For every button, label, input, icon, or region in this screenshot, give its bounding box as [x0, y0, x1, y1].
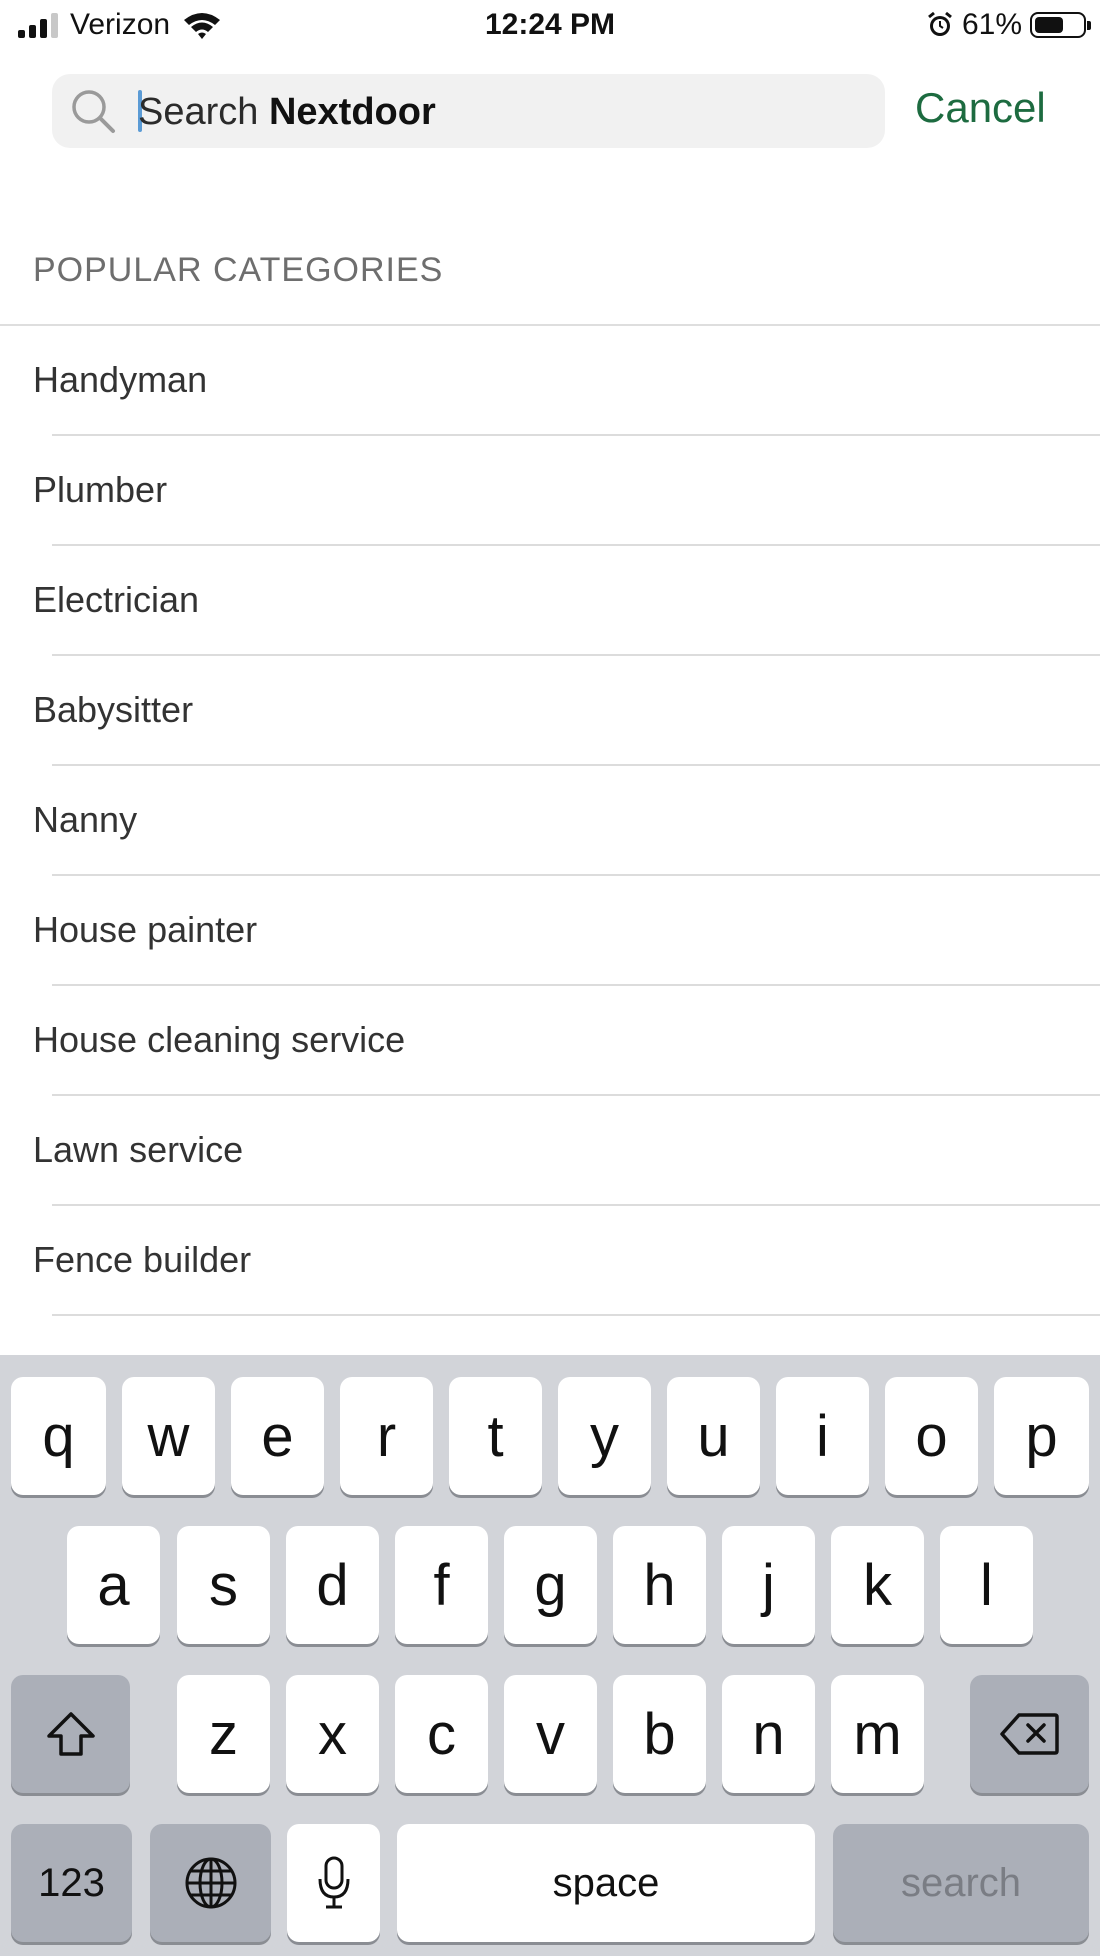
- key-h[interactable]: h: [613, 1526, 706, 1644]
- category-label: House painter: [33, 909, 258, 950]
- search-field[interactable]: Search Nextdoor: [52, 74, 885, 148]
- category-item-babysitter[interactable]: Babysitter: [0, 656, 1100, 766]
- alarm-icon: [928, 11, 952, 36]
- key-e[interactable]: e: [231, 1377, 324, 1495]
- category-label: Fence builder: [33, 1239, 252, 1280]
- key-o[interactable]: o: [885, 1377, 978, 1495]
- numbers-key[interactable]: 123: [11, 1824, 132, 1942]
- category-list: Handyman Plumber Electrician Babysitter …: [0, 326, 1100, 1316]
- globe-key[interactable]: [150, 1824, 271, 1942]
- search-placeholder: Search Nextdoor: [138, 91, 436, 134]
- category-label: Nanny: [33, 799, 138, 840]
- key-u[interactable]: u: [667, 1377, 760, 1495]
- category-item-nanny[interactable]: Nanny: [0, 766, 1100, 876]
- category-item-lawn-service[interactable]: Lawn service: [0, 1096, 1100, 1206]
- category-item-house-painter[interactable]: House painter: [0, 876, 1100, 986]
- key-c[interactable]: c: [395, 1675, 488, 1793]
- globe-icon: [185, 1857, 236, 1909]
- microphone-key[interactable]: [287, 1824, 380, 1942]
- key-q[interactable]: q: [11, 1377, 106, 1495]
- key-x[interactable]: x: [286, 1675, 379, 1793]
- delete-icon: [999, 1713, 1059, 1755]
- key-w[interactable]: w: [122, 1377, 215, 1495]
- status-bar: Verizon 12:24 PM 61%: [0, 0, 1100, 56]
- category-label: Babysitter: [33, 689, 194, 730]
- search-key-label: search: [900, 1860, 1022, 1905]
- key-b[interactable]: b: [613, 1675, 706, 1793]
- search-placeholder-brand: Nextdoor: [268, 91, 436, 133]
- key-i[interactable]: i: [776, 1377, 869, 1495]
- key-m[interactable]: m: [831, 1675, 924, 1793]
- battery-level: [1035, 17, 1064, 33]
- category-label: Plumber: [33, 469, 168, 510]
- category-item-electrician[interactable]: Electrician: [0, 546, 1100, 656]
- shift-icon: [46, 1712, 95, 1756]
- popular-categories-header: POPULAR CATEGORIES: [33, 251, 444, 289]
- key-l[interactable]: l: [940, 1526, 1033, 1644]
- key-a[interactable]: a: [67, 1526, 160, 1644]
- keyboard: q w e r t y u i o p a s d f g h j k l z …: [0, 1355, 1100, 1956]
- category-label: Handyman: [33, 359, 208, 400]
- search-placeholder-prefix: Search: [138, 91, 269, 133]
- key-d[interactable]: d: [286, 1526, 379, 1644]
- key-n[interactable]: n: [722, 1675, 815, 1793]
- key-s[interactable]: s: [177, 1526, 270, 1644]
- shift-key[interactable]: [11, 1675, 130, 1793]
- category-item-house-cleaning-service[interactable]: House cleaning service: [0, 986, 1100, 1096]
- numbers-key-label: 123: [38, 1860, 105, 1905]
- battery-icon: [1030, 12, 1091, 38]
- key-g[interactable]: g: [504, 1526, 597, 1644]
- category-item-handyman[interactable]: Handyman: [0, 326, 1100, 436]
- space-key-label: space: [552, 1860, 660, 1905]
- search-key[interactable]: search: [833, 1824, 1089, 1942]
- battery-percent: 61%: [961, 8, 1022, 41]
- category-label: Electrician: [33, 579, 200, 620]
- divider: [52, 1314, 1100, 1316]
- category-label: House cleaning service: [33, 1019, 406, 1060]
- key-j[interactable]: j: [722, 1526, 815, 1644]
- key-p[interactable]: p: [994, 1377, 1089, 1495]
- key-f[interactable]: f: [395, 1526, 488, 1644]
- search-icon: [72, 90, 115, 133]
- category-item-fence-builder[interactable]: Fence builder: [0, 1206, 1100, 1316]
- key-v[interactable]: v: [504, 1675, 597, 1793]
- delete-key[interactable]: [970, 1675, 1089, 1793]
- key-r[interactable]: r: [340, 1377, 433, 1495]
- key-k[interactable]: k: [831, 1526, 924, 1644]
- cancel-button[interactable]: Cancel: [915, 84, 1046, 132]
- microphone-icon: [318, 1856, 349, 1909]
- partially-hidden-category[interactable]: [33, 1343, 233, 1355]
- key-y[interactable]: y: [558, 1377, 651, 1495]
- space-key[interactable]: space: [397, 1824, 815, 1942]
- key-t[interactable]: t: [449, 1377, 542, 1495]
- status-bar-right: 61%: [926, 8, 1091, 42]
- category-item-plumber[interactable]: Plumber: [0, 436, 1100, 546]
- category-label: Lawn service: [33, 1129, 244, 1170]
- key-z[interactable]: z: [177, 1675, 270, 1793]
